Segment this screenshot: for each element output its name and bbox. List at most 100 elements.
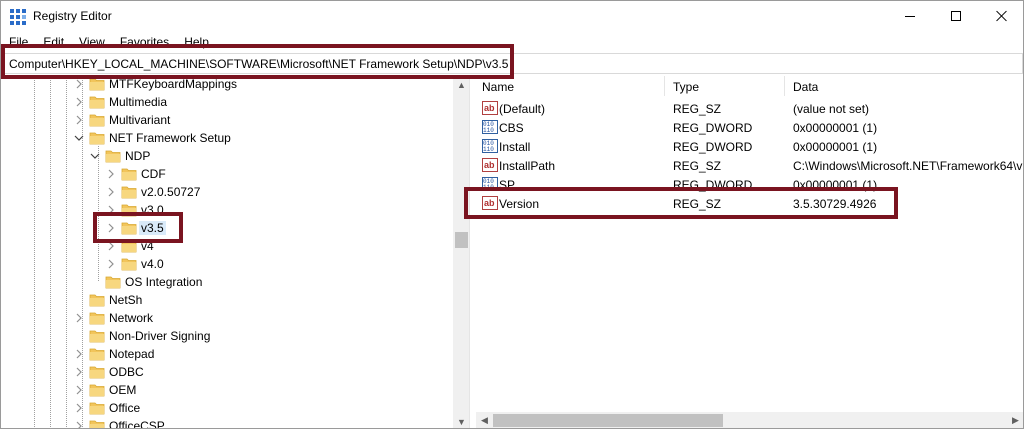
- column-header-type[interactable]: Type: [673, 80, 699, 94]
- chevron-right-icon[interactable]: [74, 115, 84, 125]
- folder-icon: [121, 184, 137, 200]
- tree-item-label[interactable]: Multivariant: [107, 113, 172, 127]
- value-row[interactable]: ab InstallPath REG_SZ C:\Windows\Microsoft.…: [476, 156, 1023, 175]
- value-type: REG_DWORD: [673, 140, 753, 154]
- value-data: C:\Windows\Microsoft.NET\Framework64\v: [793, 159, 1023, 173]
- svg-text:110: 110: [483, 146, 494, 153]
- chevron-right-icon[interactable]: [74, 403, 84, 413]
- column-header-data[interactable]: Data: [793, 80, 818, 94]
- chevron-right-icon[interactable]: [74, 385, 84, 395]
- folder-icon: [89, 382, 105, 398]
- value-type: REG_DWORD: [673, 121, 753, 135]
- folder-icon: [89, 112, 105, 128]
- chevron-right-icon[interactable]: [74, 97, 84, 107]
- scroll-left-arrow-icon[interactable]: ◀: [476, 412, 493, 428]
- string-value-icon: ab: [482, 158, 498, 172]
- tree-item[interactable]: Office: [2, 399, 452, 417]
- chevron-right-icon[interactable]: [74, 79, 84, 89]
- list-horizontal-scrollbar[interactable]: ◀ ▶: [476, 412, 1023, 428]
- tree-scroll-thumb[interactable]: [455, 232, 468, 248]
- value-name: InstallPath: [499, 159, 556, 173]
- tree-item[interactable]: v3.5: [2, 219, 452, 237]
- svg-text:110: 110: [483, 127, 494, 134]
- tree-item-label[interactable]: OEM: [107, 383, 138, 397]
- tree-item[interactable]: OS Integration: [2, 273, 452, 291]
- tree-item-label[interactable]: v4.0: [139, 257, 166, 271]
- version-value-highlight-box: [464, 187, 898, 219]
- chevron-right-icon[interactable]: [106, 259, 116, 269]
- string-value-icon: ab: [482, 101, 498, 115]
- folder-icon: [89, 328, 105, 344]
- registry-editor-window: Registry Editor File Edit View Favorites…: [0, 0, 1024, 429]
- tree-item[interactable]: OfficeCSP: [2, 417, 452, 428]
- scroll-right-arrow-icon[interactable]: ▶: [1007, 412, 1023, 428]
- tree-item[interactable]: v4: [2, 237, 452, 255]
- key-tree-pane[interactable]: MTFKeyboardMappings Multimedia Multivarian…: [2, 76, 469, 428]
- column-header-name[interactable]: Name: [482, 80, 514, 94]
- list-scroll-thumb[interactable]: [493, 414, 723, 427]
- folder-icon: [89, 364, 105, 380]
- folder-icon: [89, 94, 105, 110]
- dword-value-icon: 010 110: [482, 120, 498, 134]
- tree-item-label[interactable]: Office: [107, 401, 142, 415]
- tree-item[interactable]: NET Framework Setup: [2, 129, 452, 147]
- scroll-down-arrow-icon[interactable]: ▼: [453, 413, 469, 428]
- minimize-button[interactable]: [887, 1, 933, 31]
- chevron-right-icon[interactable]: [74, 367, 84, 377]
- tree-item-label[interactable]: v2.0.50727: [139, 185, 202, 199]
- folder-icon: [105, 274, 121, 290]
- chevron-down-icon[interactable]: [90, 151, 100, 161]
- tree-item-label[interactable]: CDF: [139, 167, 168, 181]
- tree-item[interactable]: ODBC: [2, 363, 452, 381]
- tree-vertical-scrollbar[interactable]: ▲ ▼: [453, 76, 469, 428]
- value-row[interactable]: 010 110 CBS REG_DWORD 0x00000001 (1): [476, 118, 1023, 137]
- tree-item[interactable]: v4.0: [2, 255, 452, 273]
- title-bar[interactable]: Registry Editor: [1, 1, 1023, 33]
- tree-item-label[interactable]: OfficeCSP: [107, 419, 167, 428]
- chevron-right-icon[interactable]: [74, 313, 84, 323]
- value-type: REG_SZ: [673, 102, 722, 116]
- tree-item-label[interactable]: OS Integration: [123, 275, 204, 289]
- value-row[interactable]: 010 110 Install REG_DWORD 0x00000001 (1): [476, 137, 1023, 156]
- tree-item[interactable]: Notepad: [2, 345, 452, 363]
- tree-item-label[interactable]: Network: [107, 311, 155, 325]
- chevron-right-icon[interactable]: [74, 349, 84, 359]
- values-list-pane[interactable]: Name Type Data ab (Default) REG_SZ (value n…: [476, 76, 1023, 428]
- pane-splitter[interactable]: [469, 76, 475, 428]
- tree-item-label[interactable]: Non-Driver Signing: [107, 329, 212, 343]
- tree-item[interactable]: Multivariant: [2, 111, 452, 129]
- chevron-down-icon[interactable]: [74, 133, 84, 143]
- registry-editor-app-icon: [10, 9, 26, 25]
- tree-item[interactable]: CDF: [2, 165, 452, 183]
- tree-item-label[interactable]: ODBC: [107, 365, 146, 379]
- tree-item[interactable]: NDP: [2, 147, 452, 165]
- folder-icon: [121, 256, 137, 272]
- list-header: Name Type Data: [476, 76, 1023, 98]
- tree-item-label[interactable]: Multimedia: [107, 95, 169, 109]
- tree-item-label[interactable]: NET Framework Setup: [107, 131, 233, 145]
- maximize-button[interactable]: [933, 1, 979, 31]
- folder-icon: [89, 400, 105, 416]
- close-button[interactable]: [979, 1, 1023, 31]
- chevron-right-icon[interactable]: [106, 187, 116, 197]
- tree-item[interactable]: OEM: [2, 381, 452, 399]
- tree-item[interactable]: Network: [2, 309, 452, 327]
- chevron-right-icon[interactable]: [106, 169, 116, 179]
- selected-key-highlight-box: [93, 212, 183, 243]
- tree-item-label[interactable]: NDP: [123, 149, 152, 163]
- column-separator[interactable]: [784, 76, 785, 96]
- tree-item[interactable]: Non-Driver Signing: [2, 327, 452, 345]
- value-name: (Default): [499, 102, 546, 116]
- tree-item-label[interactable]: NetSh: [107, 293, 144, 307]
- column-separator[interactable]: [664, 76, 665, 96]
- tree-item[interactable]: v3.0: [2, 201, 452, 219]
- svg-text:ab: ab: [484, 160, 495, 170]
- folder-icon: [89, 130, 105, 146]
- tree-item[interactable]: Multimedia: [2, 93, 452, 111]
- value-row[interactable]: ab (Default) REG_SZ (value not set): [476, 99, 1023, 118]
- chevron-right-icon[interactable]: [74, 421, 84, 428]
- tree-item-label[interactable]: Notepad: [107, 347, 156, 361]
- tree-item[interactable]: NetSh: [2, 291, 452, 309]
- tree-item-label[interactable]: MTFKeyboardMappings: [107, 77, 239, 91]
- tree-item[interactable]: v2.0.50727: [2, 183, 452, 201]
